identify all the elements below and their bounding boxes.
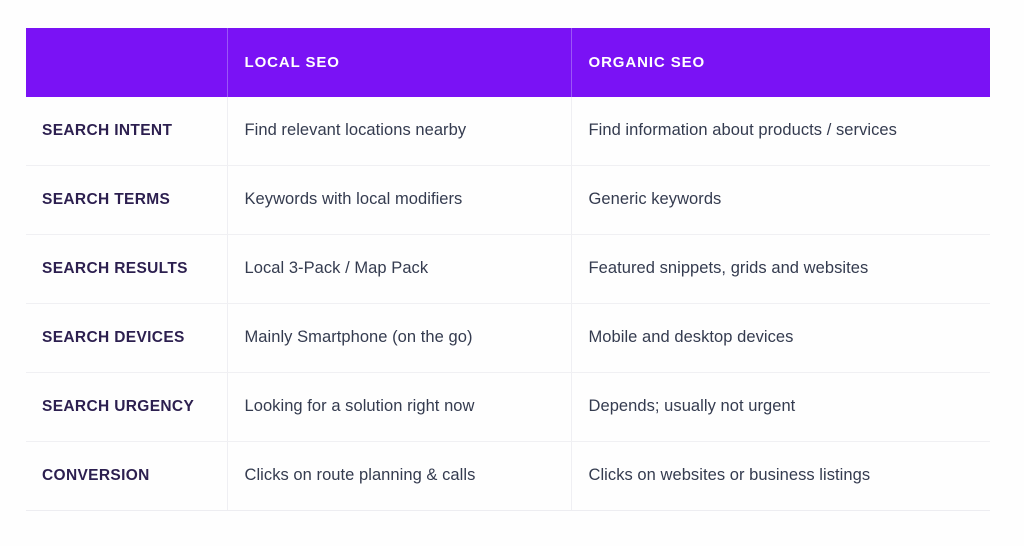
table-row-label-cell: SEARCH RESULTS [26, 234, 227, 304]
table-header-row: LOCAL SEO ORGANIC SEO [26, 28, 990, 97]
table-row-label: SEARCH URGENCY [42, 398, 195, 416]
table-cell-local-seo: Keywords with local modifiers [226, 165, 571, 235]
table-cell-organic-seo: Depends; usually not urgent [570, 372, 990, 442]
table-header-cell-local-seo: LOCAL SEO [226, 28, 571, 97]
table-header-label-organic-seo: ORGANIC SEO [588, 53, 706, 71]
table-row-label: SEARCH TERMS [42, 191, 171, 209]
table-row-label-cell: SEARCH TERMS [26, 165, 227, 235]
table-cell-local-seo-text: Local 3-Pack / Map Pack [244, 259, 429, 278]
table-cell-organic-seo: Featured snippets, grids and websites [570, 234, 990, 304]
table-header-label-local-seo: LOCAL SEO [244, 53, 340, 71]
table-row-label: SEARCH DEVICES [42, 329, 185, 347]
table-body: SEARCH INTENT Find relevant locations ne… [26, 97, 990, 511]
table-cell-local-seo-text: Looking for a solution right now [244, 397, 475, 416]
table-row: SEARCH INTENT Find relevant locations ne… [26, 97, 990, 166]
table-cell-organic-seo-text: Depends; usually not urgent [588, 397, 796, 416]
table-cell-local-seo-text: Find relevant locations nearby [244, 121, 467, 140]
table-cell-organic-seo-text: Find information about products / servic… [588, 121, 897, 140]
table-row: SEARCH URGENCY Looking for a solution ri… [26, 372, 990, 442]
seo-comparison-table: LOCAL SEO ORGANIC SEO SEARCH INTENT Find… [26, 28, 990, 511]
table-row-label: SEARCH INTENT [42, 122, 173, 140]
table-row-label-cell: SEARCH INTENT [26, 97, 227, 166]
table-row-label-cell: CONVERSION [26, 441, 227, 511]
table-row-label-cell: SEARCH DEVICES [26, 303, 227, 373]
table-cell-local-seo-text: Clicks on route planning & calls [244, 466, 476, 485]
table-row-label-cell: SEARCH URGENCY [26, 372, 227, 442]
table-header: LOCAL SEO ORGANIC SEO [26, 28, 990, 97]
table-cell-organic-seo: Clicks on websites or business listings [570, 441, 990, 511]
table-row: SEARCH TERMS Keywords with local modifie… [26, 165, 990, 235]
table-cell-local-seo: Local 3-Pack / Map Pack [226, 234, 571, 304]
table-cell-organic-seo-text: Featured snippets, grids and websites [588, 259, 869, 278]
table-cell-organic-seo: Find information about products / servic… [570, 97, 990, 166]
table-cell-organic-seo-text: Mobile and desktop devices [588, 328, 794, 347]
table-header-cell-organic-seo: ORGANIC SEO [570, 28, 990, 97]
table-cell-local-seo-text: Mainly Smartphone (on the go) [244, 328, 473, 347]
table-cell-local-seo: Clicks on route planning & calls [226, 441, 571, 511]
table-cell-organic-seo: Mobile and desktop devices [570, 303, 990, 373]
table-row-label: CONVERSION [42, 467, 150, 485]
table-cell-organic-seo-text: Clicks on websites or business listings [588, 466, 871, 485]
table-cell-organic-seo-text: Generic keywords [588, 190, 722, 209]
page-canvas: LOCAL SEO ORGANIC SEO SEARCH INTENT Find… [0, 0, 1024, 546]
table-cell-local-seo: Mainly Smartphone (on the go) [226, 303, 571, 373]
table-cell-local-seo: Find relevant locations nearby [226, 97, 571, 166]
table-row: CONVERSION Clicks on route planning & ca… [26, 441, 990, 511]
table-row: SEARCH DEVICES Mainly Smartphone (on the… [26, 303, 990, 373]
table-row-label: SEARCH RESULTS [42, 260, 188, 278]
table-row: SEARCH RESULTS Local 3-Pack / Map Pack F… [26, 234, 990, 304]
table-cell-organic-seo: Generic keywords [570, 165, 990, 235]
table-cell-local-seo: Looking for a solution right now [226, 372, 571, 442]
table-header-cell-blank [26, 28, 227, 97]
table-cell-local-seo-text: Keywords with local modifiers [244, 190, 463, 209]
